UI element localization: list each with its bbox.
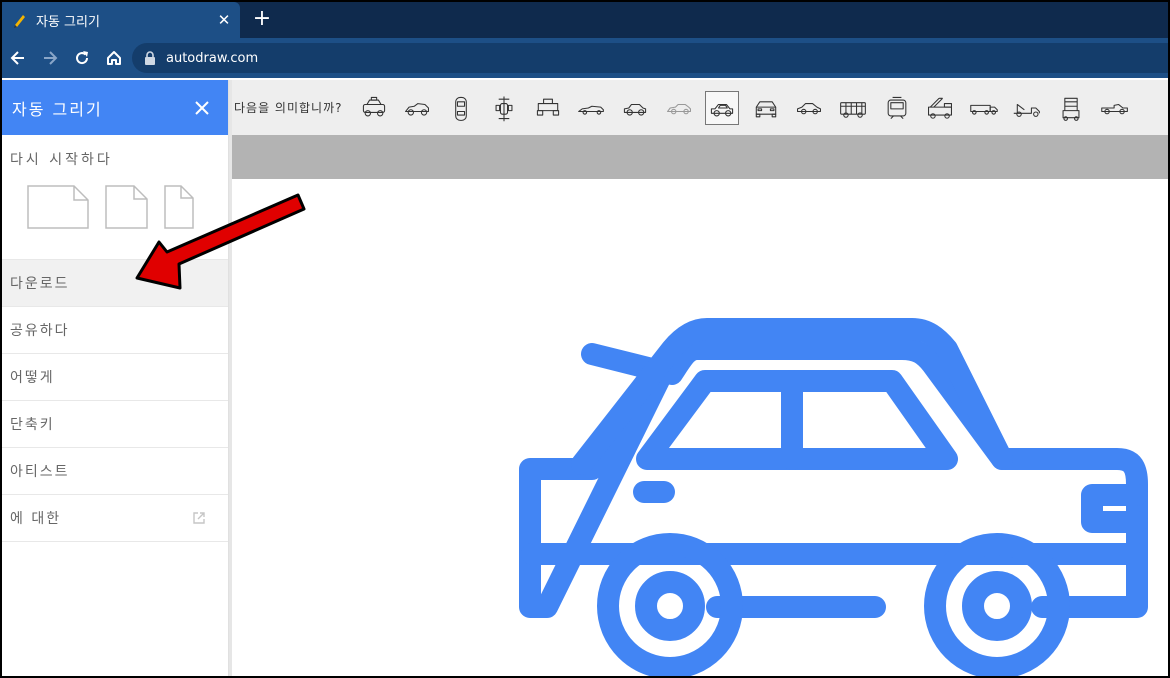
car-front-hub bbox=[635, 571, 705, 641]
tow-truck-icon[interactable] bbox=[1010, 91, 1044, 125]
pickup-icon[interactable] bbox=[1098, 91, 1132, 125]
tractor-icon[interactable] bbox=[531, 91, 565, 125]
back-button[interactable] bbox=[2, 42, 34, 74]
tab-title: 자동 그리기 bbox=[36, 14, 100, 30]
fire-truck-icon[interactable] bbox=[923, 91, 957, 125]
url-text: autodraw.com bbox=[166, 50, 259, 66]
menu-item-download[interactable]: 다운로드 bbox=[2, 260, 228, 307]
autodraw-favicon-icon bbox=[12, 12, 28, 28]
sidebar-title: 자동 그리기 bbox=[12, 99, 103, 119]
semi-truck-icon[interactable] bbox=[967, 91, 1001, 125]
menu-item-label: 다운로드 bbox=[10, 276, 70, 292]
browser-toolbar: autodraw.com bbox=[2, 38, 1168, 78]
menu-item-share[interactable]: 공유하다 bbox=[2, 307, 228, 354]
tram-icon[interactable] bbox=[880, 91, 914, 125]
suggestion-bar: 다음을 의미합니까? bbox=[232, 80, 1168, 135]
address-bar[interactable]: autodraw.com bbox=[132, 43, 1168, 73]
sedan-outline-icon[interactable] bbox=[662, 91, 696, 125]
suggestion-label: 다음을 의미합니까? bbox=[234, 101, 343, 115]
portrait-page-icon[interactable] bbox=[164, 185, 194, 229]
canvas-size-options bbox=[10, 185, 220, 229]
car-front-icon[interactable] bbox=[749, 91, 783, 125]
police-car-icon[interactable] bbox=[357, 91, 391, 125]
new-tab-button[interactable]: + bbox=[250, 8, 274, 32]
menu-item-label: 에 대한 bbox=[10, 511, 62, 527]
race-car-icon[interactable] bbox=[400, 91, 434, 125]
sidebar-header: 자동 그리기 bbox=[2, 80, 228, 135]
car-rear-hub bbox=[962, 571, 1032, 641]
restart-label: 다시 시작하다 bbox=[10, 152, 113, 168]
sedan-selected-icon[interactable] bbox=[705, 90, 740, 125]
home-button[interactable] bbox=[98, 42, 130, 74]
restart-section: 다시 시작하다 bbox=[2, 135, 228, 260]
menu-item-artists[interactable]: 아티스트 bbox=[2, 448, 228, 495]
forward-button[interactable] bbox=[34, 42, 66, 74]
external-link-icon bbox=[193, 512, 205, 524]
back-arrow-icon bbox=[10, 51, 24, 65]
menu-item-label: 단축키 bbox=[10, 417, 55, 433]
compact-car-icon[interactable] bbox=[618, 91, 652, 125]
bus-icon[interactable] bbox=[836, 91, 870, 125]
menu-item-label: 아티스트 bbox=[10, 464, 70, 480]
browser-tab[interactable]: 자동 그리기 ✕ bbox=[2, 2, 240, 38]
tab-close-icon[interactable]: ✕ bbox=[212, 11, 236, 29]
crane-icon[interactable] bbox=[1054, 91, 1088, 125]
car-drawing bbox=[519, 318, 1148, 676]
car-top-view-icon[interactable] bbox=[444, 91, 478, 125]
drawing-toolbar-strip bbox=[232, 135, 1168, 179]
forward-arrow-icon bbox=[44, 51, 58, 65]
coupe-icon[interactable] bbox=[792, 91, 826, 125]
square-page-icon[interactable] bbox=[105, 185, 148, 229]
drawing-canvas[interactable] bbox=[232, 179, 1168, 676]
formula-car-icon[interactable] bbox=[487, 91, 521, 125]
screenshot-frame: 자동 그리기 ✕ + autodraw.com 자동 그리기 다시 시작하다 다… bbox=[2, 2, 1168, 676]
reload-button[interactable] bbox=[66, 42, 98, 74]
autodraw-app: 자동 그리기 다시 시작하다 다운로드 공유하다 어떻게 단축키 아티스트 에 … bbox=[2, 80, 1168, 676]
lock-icon bbox=[145, 51, 155, 65]
reload-icon bbox=[76, 51, 89, 65]
close-icon[interactable] bbox=[182, 88, 222, 128]
menu-item-about[interactable]: 에 대한 bbox=[2, 495, 228, 542]
landscape-page-icon[interactable] bbox=[27, 185, 89, 229]
menu-item-label: 어떻게 bbox=[10, 370, 55, 386]
sidebar-menu: 자동 그리기 다시 시작하다 다운로드 공유하다 어떻게 단축키 아티스트 에 … bbox=[2, 80, 229, 676]
menu-item-shortcuts[interactable]: 단축키 bbox=[2, 401, 228, 448]
suggestion-list bbox=[357, 90, 1142, 125]
menu-item-label: 공유하다 bbox=[10, 323, 70, 339]
browser-tab-bar: 자동 그리기 ✕ + bbox=[2, 2, 1168, 38]
menu-item-how-to[interactable]: 어떻게 bbox=[2, 354, 228, 401]
home-icon bbox=[107, 51, 121, 65]
sports-car-icon[interactable] bbox=[574, 91, 608, 125]
